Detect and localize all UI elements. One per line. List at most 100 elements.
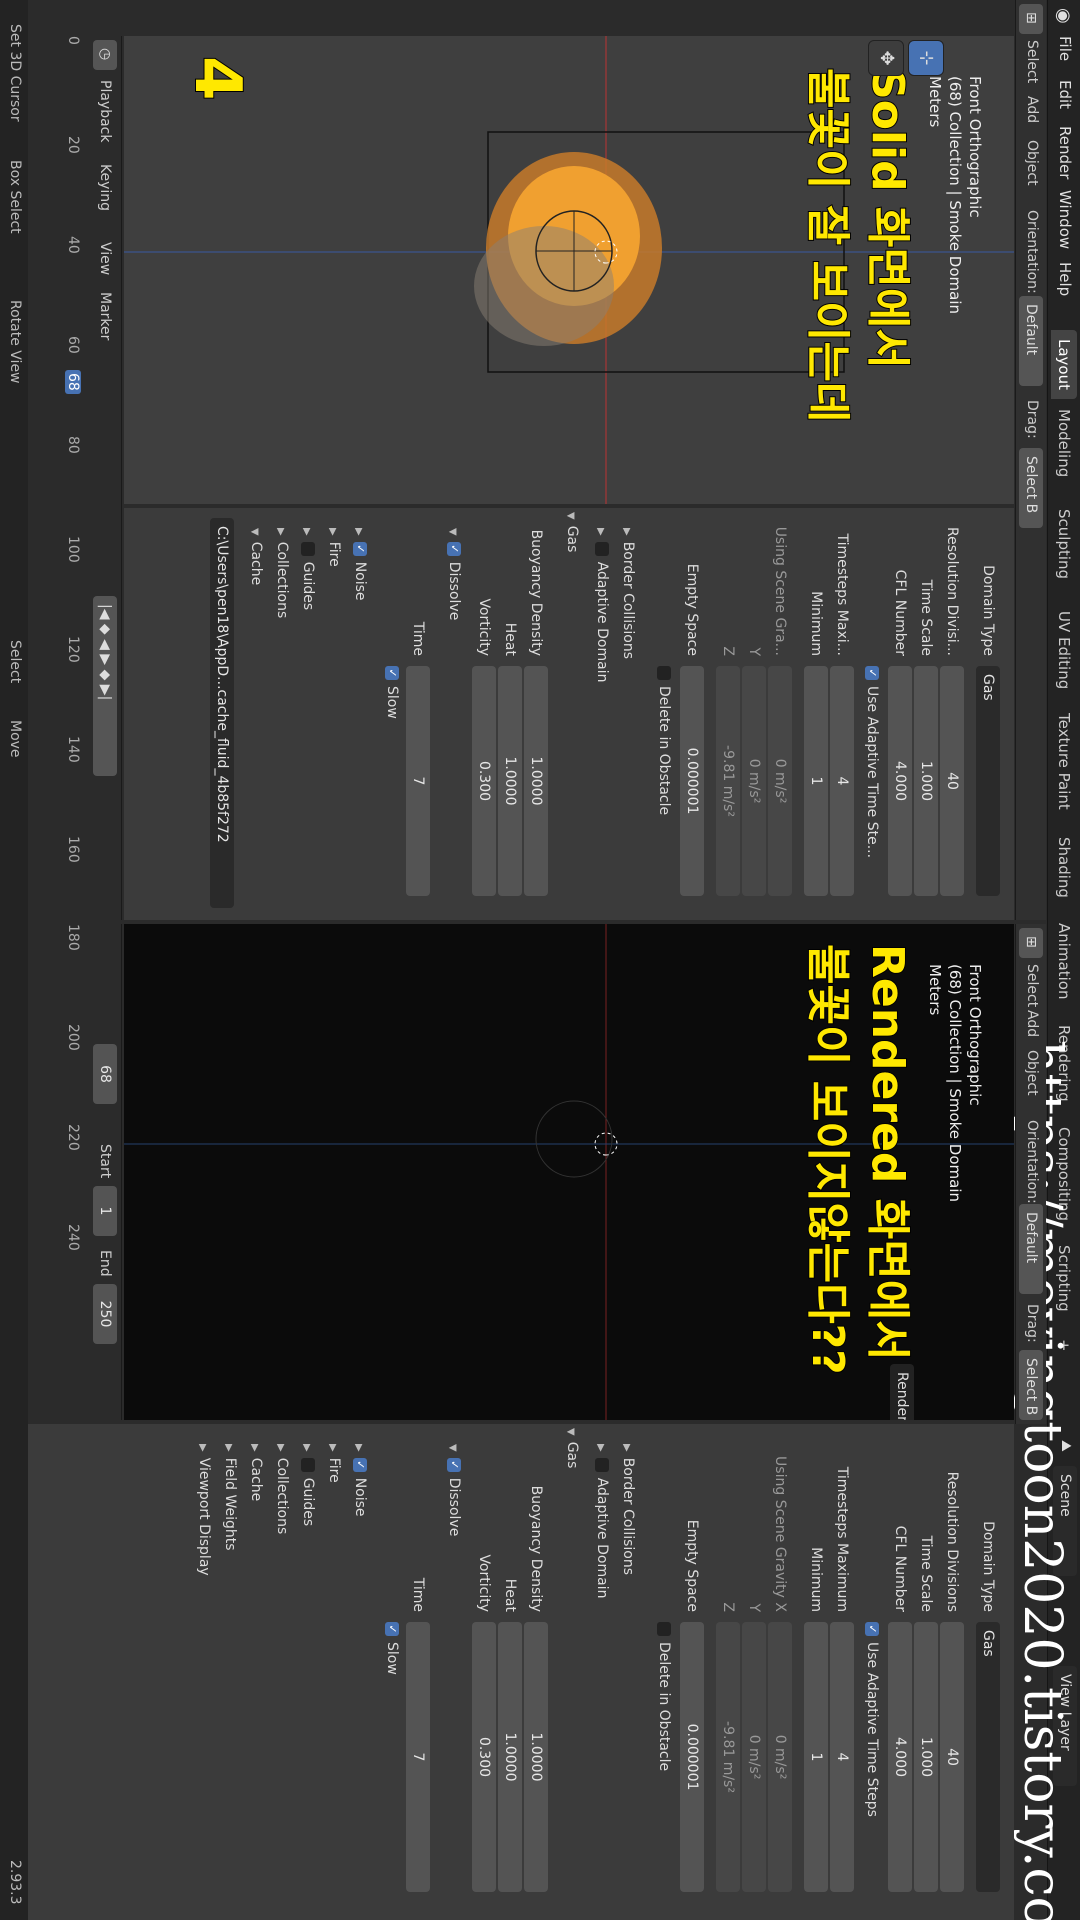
- delete-obstacle-checkbox[interactable]: Delete in Obstacle: [656, 1622, 672, 1771]
- panel-gas[interactable]: ▼Gas: [564, 512, 580, 552]
- object-menu[interactable]: Object: [1024, 140, 1040, 186]
- object-menu[interactable]: Object: [1024, 1050, 1040, 1096]
- panel-fire[interactable]: ▶Fire: [326, 528, 342, 567]
- resolution-field[interactable]: 40: [940, 1622, 964, 1892]
- orientation-label: Orientation:: [1024, 1120, 1040, 1204]
- panel-adaptive-domain[interactable]: ▶Adaptive Domain: [594, 528, 610, 682]
- start-field[interactable]: 1: [93, 1186, 117, 1236]
- heat-field[interactable]: 1.0000: [498, 1622, 522, 1892]
- tab-sculpting[interactable]: Sculpting: [1051, 500, 1077, 588]
- current-frame-marker[interactable]: 68: [65, 370, 81, 394]
- panel-gas[interactable]: ▼Gas: [564, 1428, 580, 1468]
- cache-path-field[interactable]: C:\Users\pen18\AppD...cache_fluid_4b85f2…: [210, 518, 234, 908]
- dissolve-time-field[interactable]: 7: [406, 1622, 430, 1892]
- time-scale-field[interactable]: 1.000: [914, 666, 938, 896]
- cfl-field[interactable]: 4.000: [888, 666, 912, 896]
- view-menu[interactable]: View: [97, 242, 113, 275]
- heat-field[interactable]: 1.0000: [498, 666, 522, 896]
- domain-type-dropdown[interactable]: Gas: [976, 666, 1000, 896]
- panel-cache[interactable]: ▶Cache: [248, 1444, 264, 1501]
- panel-guides[interactable]: ▶Guides: [300, 528, 316, 610]
- tab-texture-paint[interactable]: Texture Paint: [1051, 704, 1077, 819]
- delete-obstacle-checkbox[interactable]: Delete in Obstacle: [656, 666, 672, 815]
- tab-modeling[interactable]: Modeling: [1051, 400, 1077, 486]
- panel-collections[interactable]: ▶Collections: [274, 528, 290, 618]
- label-time: Time: [410, 621, 426, 656]
- end-field[interactable]: 250: [93, 1284, 117, 1344]
- playback-controls[interactable]: |◀ ◆ ◀ ▶ ◆ ▶|: [93, 596, 117, 776]
- add-menu[interactable]: Add: [1024, 1010, 1040, 1037]
- menu-window[interactable]: Window: [1056, 190, 1074, 249]
- dissolve-time-field[interactable]: 7: [406, 666, 430, 896]
- panel-border-collisions[interactable]: ▶Border Collisions: [620, 528, 636, 659]
- drag-dropdown[interactable]: Select B: [1019, 1350, 1043, 1420]
- domain-type-dropdown[interactable]: Gas: [976, 1622, 1000, 1892]
- empty-space-field[interactable]: 0.000001: [680, 666, 704, 896]
- tick-80: 80: [65, 436, 81, 454]
- timeline-right[interactable]: 68 Start 1 End 250 180 200 220 240: [27, 924, 122, 1420]
- panel-noise[interactable]: ▶✓Noise: [352, 528, 368, 601]
- resolution-field[interactable]: 40: [940, 666, 964, 896]
- vorticity-field[interactable]: 0.300: [472, 666, 496, 896]
- panel-dissolve[interactable]: ▼✓Dissolve: [446, 1444, 462, 1536]
- playback-menu[interactable]: Playback: [97, 80, 113, 142]
- menu-help[interactable]: Help: [1056, 262, 1074, 296]
- select-menu[interactable]: Select: [1024, 964, 1040, 1007]
- editor-type-icon[interactable]: ⊞: [1019, 4, 1043, 34]
- minimum-field[interactable]: 1: [804, 1622, 828, 1892]
- cfl-field[interactable]: 4.000: [888, 1622, 912, 1892]
- panel-viewport-display[interactable]: ▶Viewport Display: [196, 1444, 212, 1576]
- panel-noise[interactable]: ▶✓Noise: [352, 1444, 368, 1517]
- panel-border-collisions[interactable]: ▶Border Collisions: [620, 1444, 636, 1575]
- buoyancy-field[interactable]: 1.0000: [524, 666, 548, 896]
- marker-menu[interactable]: Marker: [97, 292, 113, 340]
- editor-type-icon[interactable]: ⊞: [1019, 928, 1043, 958]
- orientation-dropdown[interactable]: Default: [1019, 1204, 1043, 1294]
- status-move: Move: [7, 720, 23, 758]
- panel-guides[interactable]: ▶Guides: [300, 1444, 316, 1526]
- tick-140: 140: [65, 736, 81, 763]
- panel-fire[interactable]: ▶Fire: [326, 1444, 342, 1483]
- slow-checkbox[interactable]: ✓Slow: [384, 1622, 400, 1675]
- timesteps-max-field[interactable]: 4: [830, 1622, 854, 1892]
- add-menu[interactable]: Add: [1024, 96, 1040, 123]
- current-frame-field[interactable]: 68: [93, 1044, 117, 1104]
- drag-dropdown[interactable]: Select B: [1019, 448, 1043, 528]
- label-minimum: Minimum: [808, 1547, 824, 1612]
- minimum-field[interactable]: 1: [804, 666, 828, 896]
- viewport-solid[interactable]: Front Orthographic (68) Collection | Smo…: [124, 36, 1014, 504]
- time-scale-field[interactable]: 1.000: [914, 1622, 938, 1892]
- adaptive-time-checkbox[interactable]: ✓Use Adaptive Time Steps: [864, 1622, 880, 1817]
- tab-animation[interactable]: Animation: [1051, 914, 1077, 1008]
- keying-menu[interactable]: Keying: [97, 164, 113, 211]
- panel-field-weights[interactable]: ▶Field Weights: [222, 1444, 238, 1551]
- tab-uv-editing[interactable]: UV Editing: [1051, 602, 1077, 698]
- vorticity-field[interactable]: 0.300: [472, 1622, 496, 1892]
- empty-space-field[interactable]: 0.000001: [680, 1622, 704, 1892]
- orientation-dropdown[interactable]: Default: [1019, 296, 1043, 386]
- timeline-editor-icon[interactable]: ◷: [93, 40, 117, 70]
- panel-adaptive-domain[interactable]: ▶Adaptive Domain: [594, 1444, 610, 1598]
- menu-render[interactable]: Render: [1056, 126, 1074, 179]
- cursor-tool-icon[interactable]: ⊹: [908, 40, 944, 76]
- blender-logo-icon[interactable]: ◉: [1053, 8, 1074, 24]
- label-empty-space: Empty Space: [684, 1519, 700, 1612]
- view-info-line-2: (68) Collection | Smoke Domain: [946, 76, 964, 315]
- adaptive-time-checkbox[interactable]: ✓Use Adaptive Time Ste...: [864, 666, 880, 858]
- panel-collections[interactable]: ▶Collections: [274, 1444, 290, 1534]
- move-tool-icon[interactable]: ✥: [868, 40, 904, 76]
- panel-dissolve[interactable]: ▼✓Dissolve: [446, 528, 462, 620]
- timeline[interactable]: ◷ Playback Keying View Marker |◀ ◆ ◀ ▶ ◆…: [27, 36, 122, 920]
- menu-file[interactable]: File: [1056, 36, 1074, 61]
- label-vorticity: Vorticity: [476, 1554, 492, 1612]
- buoyancy-field[interactable]: 1.0000: [524, 1622, 548, 1892]
- timesteps-max-field[interactable]: 4: [830, 666, 854, 896]
- panel-cache[interactable]: ▼Cache: [248, 528, 264, 585]
- menu-edit[interactable]: Edit: [1056, 80, 1074, 109]
- label-minimum: Minimum: [808, 591, 824, 656]
- tab-layout[interactable]: Layout: [1051, 330, 1077, 399]
- slow-checkbox[interactable]: ✓Slow: [384, 666, 400, 719]
- tab-shading[interactable]: Shading: [1051, 828, 1077, 907]
- select-menu[interactable]: Select: [1024, 40, 1040, 83]
- viewport-rendered[interactable]: Front Orthographic (68) Collection | Smo…: [124, 924, 1014, 1420]
